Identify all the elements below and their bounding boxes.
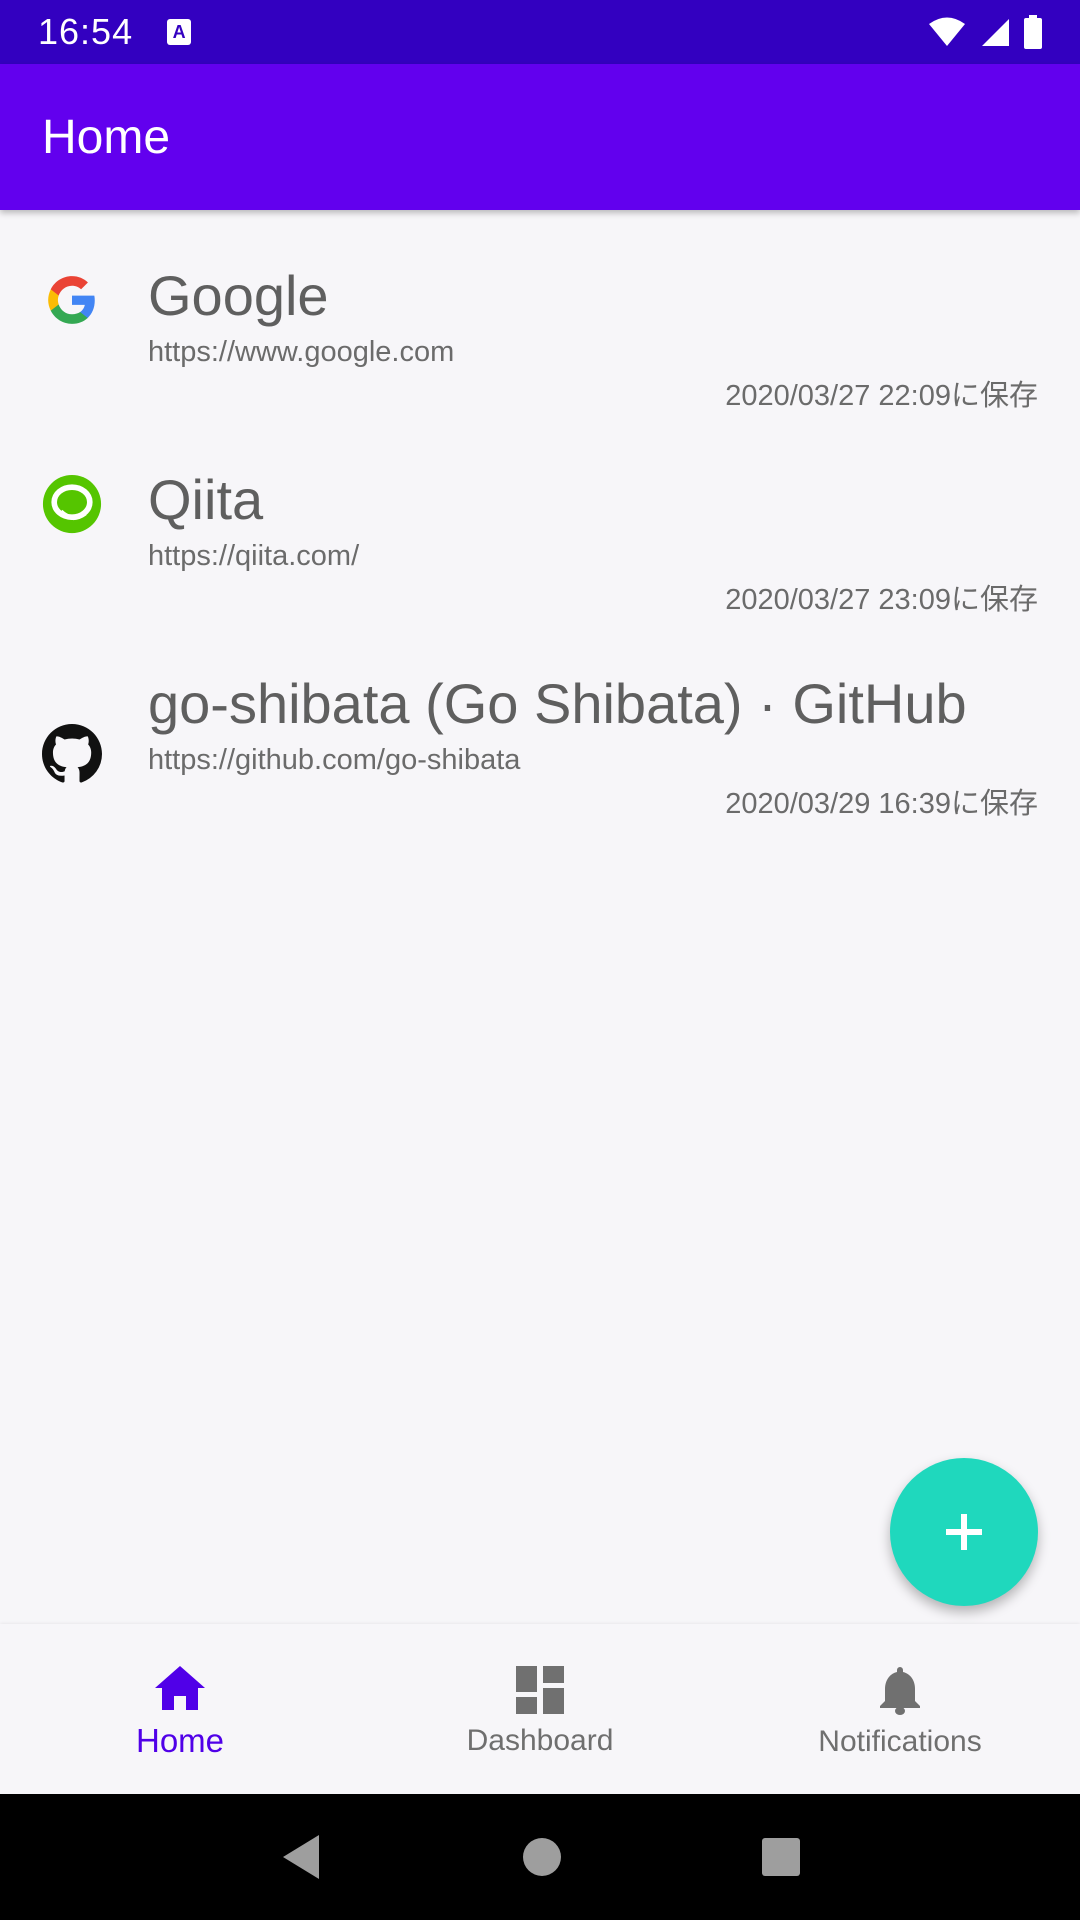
bottom-navigation: Home Dashboard Notifications xyxy=(0,1624,1080,1794)
add-bookmark-button[interactable] xyxy=(890,1458,1038,1606)
wifi-icon xyxy=(929,17,965,46)
bookmark-title: Qiita xyxy=(148,468,264,531)
bookmark-saved-date: 2020/03/29 16:39に保存 xyxy=(725,788,1038,820)
a-icon: A xyxy=(167,19,192,45)
bookmark-url: https://qiita.com/ xyxy=(148,540,360,572)
home-circle-icon[interactable] xyxy=(522,1837,562,1877)
nav-item-notifications[interactable]: Notifications xyxy=(720,1624,1080,1794)
bookmark-title: Google xyxy=(148,264,329,327)
nav-item-dashboard[interactable]: Dashboard xyxy=(360,1624,720,1794)
screen: 16:54 A Home Google https://www.google.c… xyxy=(0,0,1080,1920)
bookmark-url: https://www.google.com xyxy=(148,336,455,368)
bookmark-saved-date: 2020/03/27 22:09に保存 xyxy=(725,380,1038,412)
back-icon[interactable] xyxy=(279,1833,323,1881)
bookmark-list: Google https://www.google.com 2020/03/27… xyxy=(0,210,1080,822)
github-icon xyxy=(42,724,102,784)
status-icons xyxy=(928,15,1042,49)
dashboard-icon xyxy=(516,1666,564,1714)
plus-icon xyxy=(946,1514,982,1550)
nav-label-notifications: Notifications xyxy=(818,1725,982,1758)
app-bar: Home xyxy=(0,64,1080,210)
nav-label-home: Home xyxy=(135,1722,225,1759)
home-icon xyxy=(155,1666,205,1710)
bookmark-title: go-shibata (Go Shibata) · GitHub xyxy=(148,672,967,735)
battery-icon xyxy=(1024,15,1042,49)
recents-icon[interactable] xyxy=(761,1837,801,1877)
google-icon xyxy=(42,270,102,330)
bookmark-url: https://github.com/go-shibata xyxy=(148,744,521,776)
system-navigation-bar xyxy=(0,1794,1080,1920)
status-bar: 16:54 A xyxy=(0,0,1080,64)
nav-item-home[interactable]: Home xyxy=(0,1624,360,1794)
signal-icon xyxy=(982,19,1009,46)
qiita-icon xyxy=(42,474,102,534)
status-time: 16:54 xyxy=(38,11,134,52)
bell-icon xyxy=(880,1667,920,1715)
bookmark-saved-date: 2020/03/27 23:09に保存 xyxy=(725,584,1038,616)
nav-label-dashboard: Dashboard xyxy=(466,1724,614,1757)
list-item[interactable]: go-shibata (Go Shibata) · GitHub https:/… xyxy=(0,618,1080,822)
list-item[interactable]: Google https://www.google.com 2020/03/27… xyxy=(0,210,1080,414)
list-item[interactable]: Qiita https://qiita.com/ 2020/03/27 23:0… xyxy=(0,414,1080,618)
page-title: Home xyxy=(42,110,171,164)
